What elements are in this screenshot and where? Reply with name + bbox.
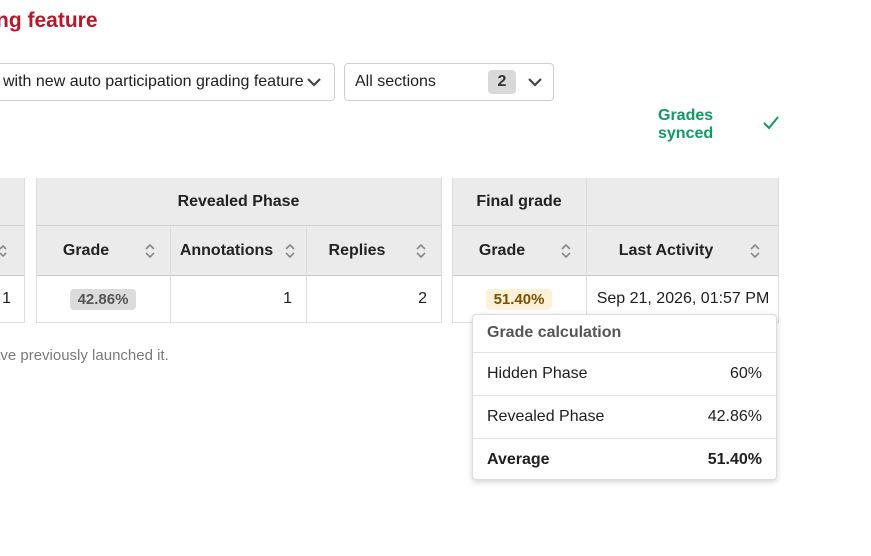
popover-row-value: 42.86% — [707, 408, 762, 425]
sync-status-text: Grades synced — [658, 107, 714, 142]
assignment-select-value: with new auto participation grading feat… — [3, 73, 304, 90]
column-divider — [441, 178, 442, 323]
prev-column-header[interactable] — [0, 226, 25, 276]
sort-icon — [0, 244, 7, 258]
column-label: Replies — [328, 241, 386, 259]
column-label: Last Activity — [618, 241, 714, 259]
chevron-down-icon — [528, 78, 542, 87]
section-select[interactable]: All sections 2 — [344, 63, 554, 101]
column-header-replies[interactable]: Replies — [307, 226, 441, 276]
popover-title: Grade calculation — [487, 324, 622, 341]
popover-row-value: 60% — [729, 365, 762, 382]
column-divider — [452, 178, 453, 323]
column-divider — [586, 178, 587, 323]
page-title: ng feature — [0, 9, 98, 32]
assignment-select[interactable]: with new auto participation grading feat… — [0, 63, 335, 101]
grade-badge: 42.86% — [69, 288, 137, 310]
column-header-annotations[interactable]: Annotations — [171, 226, 306, 276]
column-header-final-grade[interactable]: Grade — [452, 226, 586, 276]
revealed-phase-header: Revealed Phase — [36, 178, 441, 226]
chevron-down-icon — [307, 78, 321, 87]
column-divider — [24, 178, 25, 323]
sort-icon — [416, 243, 426, 259]
table-cell-replies: 2 — [307, 276, 441, 323]
popover-row-label: Revealed Phase — [487, 408, 605, 425]
sort-icon — [145, 243, 155, 259]
sort-icon — [285, 243, 295, 259]
column-label: Annotations — [179, 241, 274, 259]
check-icon — [763, 116, 779, 130]
column-divider — [778, 178, 779, 323]
section-count-badge: 2 — [488, 70, 516, 94]
popover-row-label: Average — [487, 451, 550, 468]
sort-icon — [750, 243, 760, 259]
section-select-value: All sections — [355, 73, 436, 90]
last-activity-value: Sep 21, 2026, 01:57 PM — [596, 290, 770, 307]
footnote-text: ave previously launched it. — [0, 347, 169, 364]
column-divider — [170, 226, 171, 323]
annotations-count: 1 — [283, 290, 292, 307]
column-header-last-activity[interactable]: Last Activity — [587, 226, 779, 276]
final-grade-header: Final grade — [452, 178, 586, 226]
table-cell-revealed-grade: 42.86% — [36, 276, 170, 323]
popover-row-label: Hidden Phase — [487, 365, 588, 382]
table-cell-annotations: 1 — [171, 276, 306, 323]
partial-value: 1 — [2, 290, 11, 307]
popover-row-value: 51.40% — [707, 451, 762, 468]
column-divider — [36, 178, 37, 323]
replies-count: 2 — [418, 290, 427, 307]
popover-row-revealed-phase: Revealed Phase 42.86% — [473, 395, 776, 438]
sort-icon — [561, 243, 571, 259]
empty-group-header — [587, 178, 779, 226]
table-cell-partial: 1 — [0, 276, 25, 323]
column-label: Grade — [62, 241, 110, 259]
grade-calculation-popover: Grade calculation Hidden Phase 60% Revea… — [472, 314, 777, 480]
popover-row-average: Average 51.40% — [473, 438, 776, 481]
final-grade-badge[interactable]: 51.40% — [485, 288, 553, 310]
column-label: Grade — [478, 241, 526, 259]
column-header-revealed-grade[interactable]: Grade — [36, 226, 170, 276]
popover-row-hidden-phase: Hidden Phase 60% — [473, 352, 776, 395]
prev-group-header — [0, 178, 25, 226]
column-divider — [306, 226, 307, 323]
